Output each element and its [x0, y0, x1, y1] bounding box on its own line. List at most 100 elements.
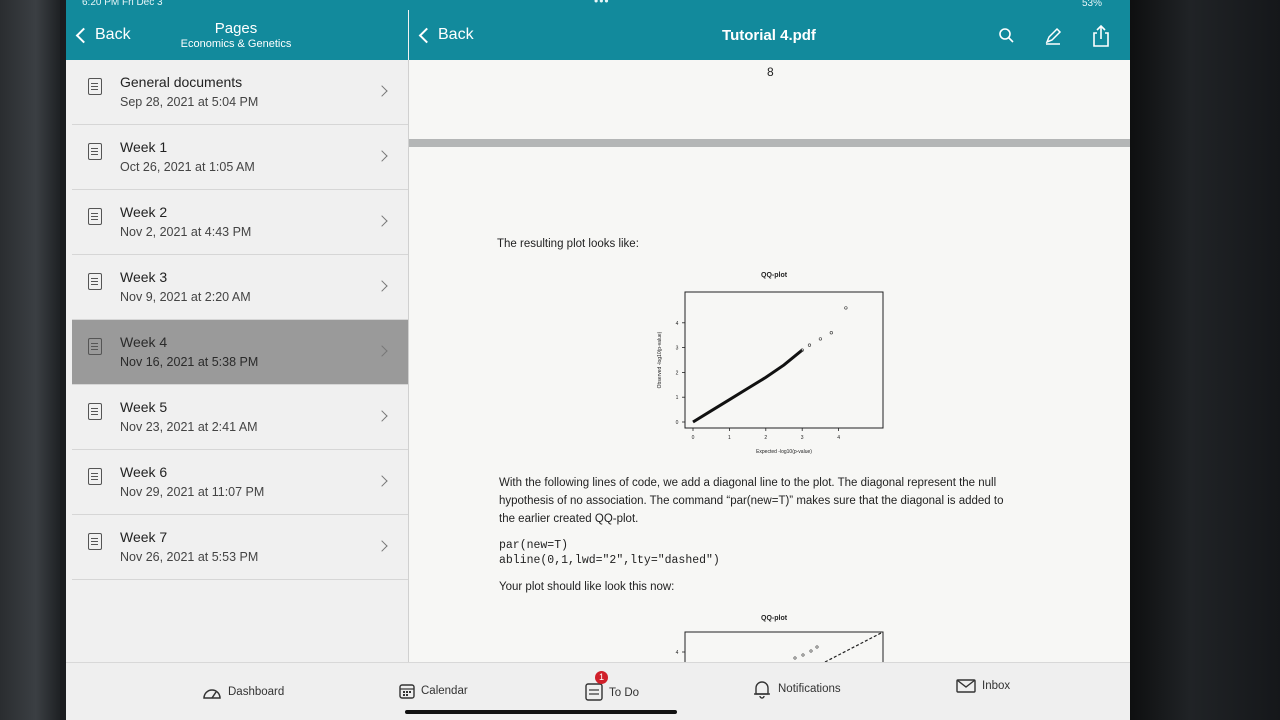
- y-tick-label: 0: [676, 420, 679, 426]
- tab-label: To Do: [609, 686, 640, 699]
- page-item-week-2[interactable]: Week 2 Nov 2, 2021 at 4:43 PM: [72, 190, 408, 255]
- page-item-title: Week 7: [120, 529, 168, 545]
- pdf-outro-text: Your plot should like look this now:: [499, 581, 675, 593]
- y-axis-label: Observed -log10(p-value): [657, 331, 663, 388]
- tab-label: Notifications: [778, 683, 841, 695]
- pdf-viewer[interactable]: 8 The resulting plot looks like: QQ-plot…: [409, 60, 1130, 662]
- chevron-right-icon: [376, 540, 388, 552]
- qq-point: [829, 331, 833, 335]
- chart-title-2: QQ-plot: [761, 615, 788, 622]
- document-icon: [88, 403, 102, 420]
- x-tick-label: 2: [764, 435, 767, 441]
- todo-badge: 1: [595, 671, 608, 684]
- pdf-paragraph-line-1: With the following lines of code, we add…: [499, 477, 997, 489]
- page-item-week-5[interactable]: Week 5 Nov 23, 2021 at 2:41 AM: [72, 385, 408, 450]
- multitask-dots[interactable]: •••: [594, 0, 610, 8]
- ipad-screen: 6:20 PM Fri Dec 3 ••• 53% Back Pages Eco…: [66, 0, 1130, 720]
- y-tick-label: 4: [676, 321, 679, 327]
- chevron-right-icon: [376, 215, 388, 227]
- y-tick-label: 2: [676, 370, 679, 376]
- device-bezel-right: [1130, 0, 1280, 720]
- tab-notifications[interactable]: Notifications: [752, 679, 841, 699]
- tab-label: Calendar: [421, 685, 468, 697]
- chevron-right-icon: [376, 475, 388, 487]
- page-item-date: Oct 26, 2021 at 1:05 AM: [120, 160, 255, 174]
- document-icon: [88, 533, 102, 550]
- page-item-title: Week 6: [120, 464, 168, 480]
- pages-list: General documents Sep 28, 2021 at 5:04 P…: [66, 60, 409, 670]
- pdf-nav-bar: Back Tutorial 4.pdf: [409, 10, 1130, 60]
- page-item-title: General documents: [120, 74, 243, 90]
- qq-point: [818, 337, 822, 341]
- battery-level: 53%: [1081, 0, 1102, 9]
- page-item-date: Nov 26, 2021 at 5:53 PM: [120, 550, 259, 564]
- document-icon: [88, 143, 102, 160]
- todo-icon: [585, 683, 603, 701]
- page-item-title: Week 2: [120, 204, 168, 220]
- home-indicator: [405, 710, 677, 714]
- chevron-right-icon: [376, 150, 388, 162]
- page-item-date: Nov 2, 2021 at 4:43 PM: [120, 225, 252, 239]
- device-bezel-left: [0, 0, 60, 720]
- chevron-right-icon: [376, 280, 388, 292]
- tab-inbox[interactable]: Inbox: [956, 679, 1010, 693]
- page-item-week-1[interactable]: Week 1 Oct 26, 2021 at 1:05 AM: [72, 125, 408, 190]
- chevron-right-icon: [376, 85, 388, 97]
- back-button-left[interactable]: Back: [75, 26, 131, 44]
- status-time: 6:20 PM Fri Dec 3: [82, 0, 163, 8]
- x-tick-label: 3: [801, 435, 804, 441]
- pdf-title: Tutorial 4.pdf: [722, 27, 816, 44]
- status-bar: 6:20 PM Fri Dec 3 ••• 53%: [66, 0, 1130, 10]
- qq-point: [815, 645, 819, 649]
- pdf-paragraph-line-3: the earlier created QQ-plot.: [499, 513, 639, 525]
- pdf-page-number: 8: [767, 65, 774, 79]
- tab-todo[interactable]: 1 To Do: [585, 671, 640, 704]
- tab-calendar[interactable]: Calendar: [399, 683, 468, 699]
- share-icon[interactable]: [1091, 24, 1111, 48]
- page-item-date: Sep 28, 2021 at 5:04 PM: [120, 95, 259, 109]
- pages-title-block: Pages Economics & Genetics: [176, 20, 296, 50]
- code-line-2: abline(0,1,lwd="2",lty="dashed"): [499, 554, 720, 567]
- qq-plot-chart-2: 4: [676, 631, 884, 662]
- back-button-right[interactable]: Back: [418, 26, 474, 44]
- page-item-title: Week 5: [120, 399, 168, 415]
- x-tick-label: 1: [728, 435, 731, 441]
- tab-dashboard[interactable]: Dashboard: [202, 685, 284, 699]
- page-item-title: Week 1: [120, 139, 168, 155]
- page-item-week-7[interactable]: Week 7 Nov 26, 2021 at 5:53 PM: [72, 515, 408, 580]
- document-icon: [88, 273, 102, 290]
- chevron-left-icon: [75, 27, 92, 43]
- code-line-1: par(new=T): [499, 539, 569, 552]
- pages-nav-bar: Back Pages Economics & Genetics: [66, 10, 408, 60]
- chevron-right-icon: [376, 410, 388, 422]
- tab-label: Inbox: [982, 680, 1011, 692]
- x-tick-label: 0: [692, 435, 695, 441]
- qq-point: [844, 306, 848, 310]
- tab-label: Dashboard: [228, 686, 285, 698]
- document-icon: [88, 468, 102, 485]
- search-icon[interactable]: [997, 26, 1017, 46]
- qq-point: [807, 343, 812, 347]
- page-item-general-documents[interactable]: General documents Sep 28, 2021 at 5:04 P…: [72, 60, 408, 125]
- chevron-left-icon: [418, 27, 435, 43]
- back-label: Back: [438, 26, 474, 43]
- pages-title: Pages: [214, 20, 258, 37]
- page-separator: [409, 139, 1130, 147]
- document-icon: [88, 338, 102, 355]
- page-item-week-4[interactable]: Week 4 Nov 16, 2021 at 5:38 PM: [72, 320, 408, 385]
- document-icon: [88, 208, 102, 225]
- y-tick-label: 3: [676, 346, 679, 352]
- inbox-icon: [956, 679, 976, 693]
- page-item-week-3[interactable]: Week 3 Nov 9, 2021 at 2:20 AM: [72, 255, 408, 320]
- page-item-date: Nov 29, 2021 at 11:07 PM: [120, 485, 265, 499]
- x-axis-label: Expected -log10(p-value): [756, 449, 812, 455]
- pen-icon[interactable]: [1043, 26, 1063, 46]
- qq-point: [809, 649, 813, 653]
- page-item-week-6[interactable]: Week 6 Nov 29, 2021 at 11:07 PM: [72, 450, 408, 515]
- qq-point: [793, 656, 797, 660]
- dashboard-icon: [203, 689, 221, 699]
- todo-icon-wrap: 1: [585, 671, 608, 704]
- pages-subtitle: Economics & Genetics: [180, 38, 292, 50]
- bell-icon: [754, 681, 770, 699]
- y-tick-label: 1: [676, 395, 679, 401]
